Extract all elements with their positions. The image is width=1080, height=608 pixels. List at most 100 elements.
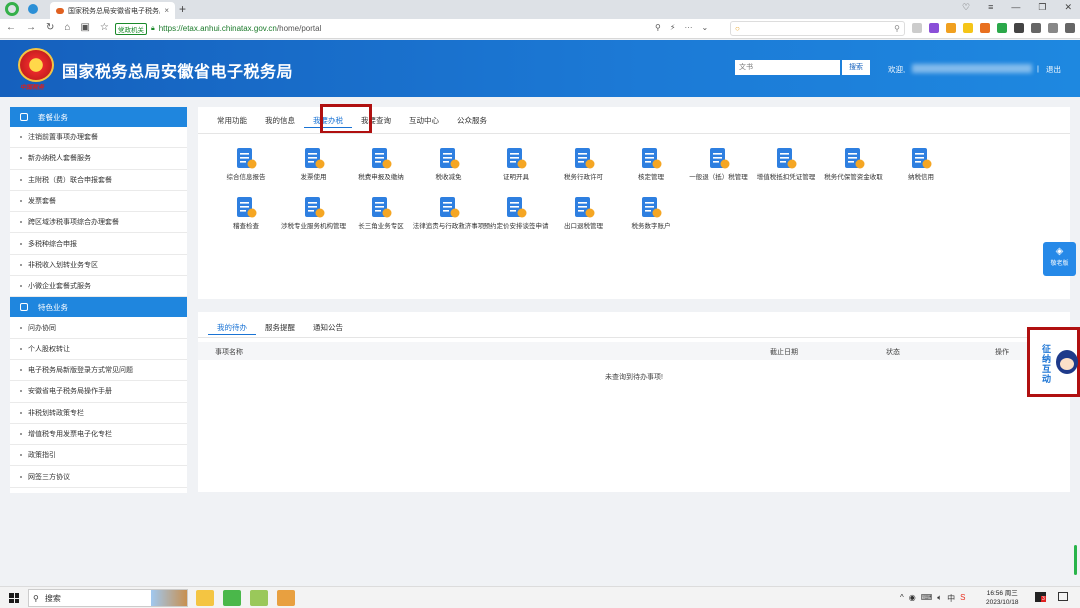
elder-mode-button[interactable]: ◈ 敬老版 [1043,242,1076,276]
function-tool[interactable]: 预约定价安排谈签申请 [480,195,552,231]
back-icon[interactable]: ← [6,22,16,33]
sidebar-item[interactable]: 主附税（费）联合申报套餐 [10,170,187,191]
sidebar-item[interactable]: 非税划转政策专栏 [10,403,187,424]
shirt-icon[interactable]: ♡ [962,2,970,13]
sidebar-item[interactable]: 网签三方协议 [10,466,187,488]
sidebar-item[interactable]: 个人股权转让 [10,339,187,360]
logout-link[interactable]: 退出 [1046,64,1061,75]
forward-icon[interactable]: → [26,22,36,33]
purple-extension-icon[interactable] [929,23,939,33]
sogou-icon[interactable]: S [960,593,965,604]
taskbar: ⚲ 搜索 ^ ◉ ⌨ 🔈︎ 中 S 16:56 周三 2023/10/18 3 [0,586,1080,608]
gear-extension-icon[interactable] [980,23,990,33]
function-tool[interactable]: 税费申报及缴纳 [345,146,417,182]
browser-search-box[interactable]: ○ ⚲ [730,21,905,36]
tab-service-reminder[interactable]: 服务提醒 [256,320,304,335]
sidebar-item[interactable]: 新办纳税人套餐服务 [10,148,187,170]
maximize-icon[interactable]: ❐ [1038,2,1046,13]
sidebar-item[interactable]: 发票套餐 [10,191,187,213]
header-search-input[interactable] [735,60,840,75]
home-icon[interactable]: ⌂ [64,22,70,33]
reload-icon[interactable]: ↻ [46,22,54,33]
function-tool[interactable]: 核定管理 [615,146,687,182]
search-icon[interactable]: ⚲ [894,24,900,33]
sidebar-item[interactable]: 多税种综合申报 [10,233,187,255]
sidebar-item[interactable]: 增值税专用发票电子化专栏 [10,424,187,446]
function-tool[interactable]: 法律追责与行政救济事项 [413,195,485,231]
sidebar-item[interactable]: 问办协同 [10,317,187,339]
sidebar-item[interactable]: 跨区域涉税事项综合办理套餐 [10,212,187,234]
scissors-icon[interactable] [1048,23,1058,33]
minimize-icon[interactable]: — [1011,2,1020,13]
function-tool[interactable]: 涉税专业服务机构管理 [278,195,350,231]
sidebar-item[interactable]: 电子税务局新版登录方式常见问题 [10,360,187,382]
tab-common[interactable]: 常用功能 [208,113,256,128]
tab-close-icon[interactable]: × [164,6,169,15]
menu-icon[interactable]: ≡ [988,2,993,13]
tab-my-todo[interactable]: 我的待办 [208,320,256,335]
ime-icon[interactable]: 中 [947,593,955,604]
tab-my-info[interactable]: 我的信息 [256,113,304,128]
sidebar-item[interactable]: 非税收入划转业务专区 [10,255,187,277]
browser-tab[interactable]: 国家税务总局安徽省电子税务局 × [50,2,175,19]
lightning-icon[interactable]: ⚡ [670,23,676,32]
bullet-icon [20,157,22,160]
function-tool[interactable]: 长三角业务专区 [345,195,417,231]
function-tool[interactable]: 税务数字账户 [615,195,687,231]
orange-extension-icon[interactable] [946,23,956,33]
sidebar-item[interactable]: 政策指引 [10,445,187,467]
shield-extension-icon[interactable] [963,23,973,33]
cut-icon[interactable] [912,23,922,33]
network-icon[interactable]: ⌨ [921,593,933,604]
function-tool[interactable]: 税收减免 [413,146,485,182]
function-tool-label: 增值税抵扣凭证管理 [756,174,816,181]
taskbar-search[interactable]: ⚲ 搜索 [28,589,188,607]
function-tool[interactable]: 纳税信用 [885,146,957,182]
green-extension-icon[interactable] [997,23,1007,33]
bookmark-star-icon[interactable]: ☆ [100,22,109,33]
file-explorer-icon[interactable] [196,590,214,606]
taskbar-clock[interactable]: 16:56 周三 2023/10/18 [986,589,1019,607]
header-search-button[interactable]: 搜索 [842,60,870,75]
new-tab-button[interactable]: + [179,2,186,16]
url-field[interactable]: 党政机关 🔒︎ https://etax.anhui.chinatax.gov.… [115,21,725,36]
function-tool-icon [234,146,258,170]
sidebar-section-package[interactable]: 套餐业务 [10,107,187,127]
tab-notice[interactable]: 通知公告 [304,320,352,335]
function-tool[interactable]: 税务行政许可 [548,146,620,182]
chevron-down-icon[interactable]: ⌄ [701,23,708,32]
close-window-icon[interactable]: ✕ [1064,2,1072,13]
windows-start-icon[interactable] [9,593,19,603]
wechat-icon[interactable] [277,590,295,606]
bullet-icon [20,475,22,478]
function-tool[interactable]: 综合信息报告 [210,146,282,182]
browser-logo-icon[interactable] [5,2,19,16]
tray-app-icon[interactable]: ◉ [909,593,916,604]
function-tool[interactable]: 一般退（抵）税管理 [683,146,755,182]
sidebar-item[interactable]: 安徽省电子税务局操作手册 [10,381,187,403]
sidebar-item[interactable]: 注销前置事项办理套餐 [10,127,187,149]
volume-icon[interactable]: 🔈︎ [937,593,942,604]
download-icon[interactable] [1031,23,1041,33]
action-center-icon[interactable] [1058,592,1068,601]
extension-icon[interactable]: ▣ [80,22,89,33]
telegram-icon[interactable] [28,4,38,14]
function-tool[interactable]: 税务代保管资金收取 [818,146,890,182]
browser-taskbar-icon[interactable] [223,590,241,606]
tray-expand-icon[interactable]: ^ [900,593,904,604]
grid-icon[interactable] [1014,23,1024,33]
interaction-assistant[interactable]: 征纳互动 [1027,327,1080,397]
sidebar-section-featured[interactable]: 特色业务 [10,297,187,318]
function-tool[interactable]: 证明开具 [480,146,552,182]
tab-interaction[interactable]: 互动中心 [400,113,448,128]
function-tool[interactable]: 发票使用 [278,146,350,182]
function-tool[interactable]: 稽查检查 [210,195,282,231]
more-icon[interactable]: ··· [684,23,692,32]
sidebar-item[interactable]: 小微企业套餐式服务 [10,276,187,298]
tab-public-service[interactable]: 公众服务 [448,113,496,128]
function-tool[interactable]: 增值税抵扣凭证管理 [750,146,822,182]
zoom-icon[interactable]: ⚲ [655,23,661,32]
undo-icon[interactable] [1065,23,1075,33]
function-tool[interactable]: 出口退税管理 [548,195,620,231]
app-taskbar-icon[interactable] [250,590,268,606]
